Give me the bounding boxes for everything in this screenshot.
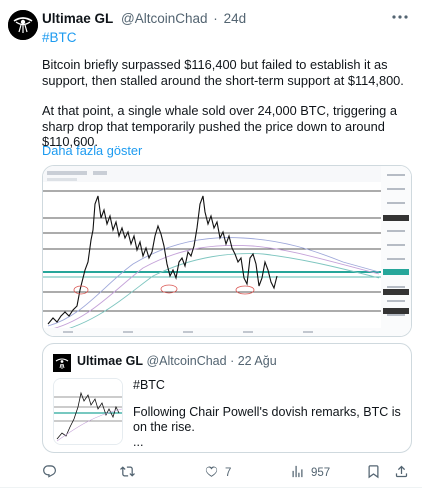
views-icon: [290, 464, 305, 482]
action-bar: 7 957: [42, 463, 412, 483]
author-handle[interactable]: @AltcoinChad: [121, 11, 208, 26]
tweet-header: Ultimae GL @AltcoinChad · 24d: [42, 11, 412, 29]
quote-thumbnail: [53, 378, 123, 445]
share-button[interactable]: [394, 463, 409, 483]
like-count: 7: [225, 467, 232, 479]
share-icon: [394, 464, 409, 482]
quote-hashtag: #BTC: [133, 378, 165, 392]
views-count: 957: [311, 467, 331, 479]
views-button[interactable]: 957: [290, 463, 330, 483]
hashtag-link[interactable]: #BTC: [42, 30, 77, 45]
author-name[interactable]: Ultimae GL: [42, 11, 113, 26]
like-button[interactable]: 7: [204, 463, 231, 483]
quote-avatar: [53, 354, 71, 372]
avatar[interactable]: [8, 10, 38, 40]
quote-text: Following Chair Powell's dovish remarks,…: [133, 405, 401, 434]
like-icon: [204, 464, 219, 482]
quote-time: 22 Ağu: [237, 354, 277, 368]
quote-author-name: Ultimae GL: [77, 354, 143, 368]
quote-body: #BTC Following Chair Powell's dovish rem…: [133, 378, 403, 452]
quoted-tweet[interactable]: Ultimae GL @AltcoinChad · 22 Ağu #BTC Fo…: [42, 343, 412, 453]
tweet-paragraph-1: Bitcoin briefly surpassed $116,400 but f…: [42, 57, 404, 88]
retweet-icon: [120, 464, 135, 482]
retweet-button[interactable]: [120, 463, 141, 483]
bookmark-icon: [366, 464, 381, 482]
bookmark-button[interactable]: [366, 463, 381, 483]
show-more-link[interactable]: Daha fazla göster: [42, 143, 142, 158]
quote-author-handle: @AltcoinChad: [146, 354, 227, 368]
quote-separator-dot: ·: [230, 354, 235, 368]
quote-header: Ultimae GL @AltcoinChad · 22 Ağu: [77, 354, 277, 368]
reply-button[interactable]: [42, 463, 63, 483]
more-icon[interactable]: [390, 10, 410, 26]
tweet-card[interactable]: Ultimae GL @AltcoinChad · 24d #BTC Bitco…: [0, 0, 422, 488]
reply-icon: [42, 464, 57, 482]
separator-dot: ·: [213, 11, 218, 26]
quote-ellipsis: ...: [133, 435, 144, 449]
tweet-time[interactable]: 24d: [224, 11, 247, 26]
chart-image[interactable]: [42, 165, 412, 337]
